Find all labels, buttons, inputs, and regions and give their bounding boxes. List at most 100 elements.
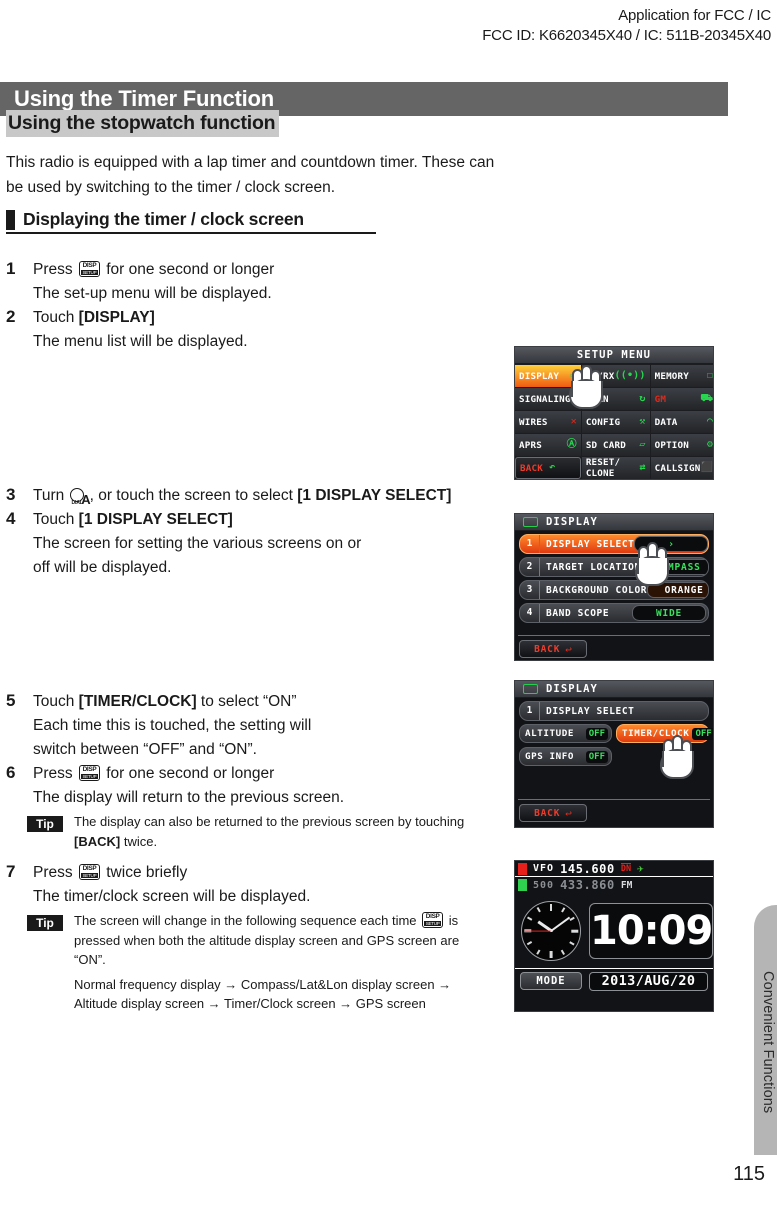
tag-icon: ⬛ [700,462,714,473]
display-menu-row-2[interactable]: 2 TARGET LOCATION COMPASS [519,557,709,577]
setup-menu-cell-config[interactable]: CONFIG ⚒ [581,411,650,433]
clock-tick [536,906,541,912]
vfo-frequency: 145.600 [560,861,615,876]
spacer-setup-menu [0,354,510,484]
setup-menu-grid: DISPLAY ▭ TX/RX ((•)) MEMORY ☐ SIGNALING ‖ SCAN ↻… [515,364,713,479]
setup-menu-cell-tx-rx[interactable]: TX/RX ((•)) [581,365,650,387]
setup-menu-cell-signaling[interactable]: SIGNALING ‖ [515,388,581,410]
step-5-button-ref: [TIMER/CLOCK] [78,693,197,710]
screen-icon [523,684,538,694]
toggle-label: TIMER/CLOCK [622,728,690,739]
step-7-number: 7 [6,862,16,881]
row-value: › [634,536,708,552]
display-menu-rows: 1 DISPLAY SELECT › 2 TARGET LOCATION COMPASS 3… [515,531,713,629]
step-7-result: The timer/clock screen will be displayed… [33,888,311,905]
heading-marker-icon [6,209,15,230]
step-6-tip-text-c: twice. [120,833,158,849]
cell-label: WIRES [519,416,548,428]
display-menu-title-bar: DISPLAY [515,514,713,531]
back-arrow-icon: ↩ [565,806,572,820]
vfo-label: VFO [533,863,555,874]
step-7-tip: Tip The screen will change in the follow… [0,911,510,1014]
setup-menu-cell-gm[interactable]: GM ⛟ [650,388,714,410]
step-2-text-before: Touch [33,309,79,326]
display-select-title-bar: DISPLAY [515,681,713,698]
step-2-number: 2 [6,307,16,326]
back-button[interactable]: BACK ↩ [519,804,587,822]
toggle-label: ALTITUDE [525,728,575,739]
display-menu-row-1[interactable]: 1 DISPLAY SELECT › [519,534,709,554]
people-icon: ⛟ [700,393,714,404]
step-5-text-after: to select “ON” [196,693,297,710]
toggle-gps-info[interactable]: GPS INFO OFF [519,747,612,766]
setup-menu-cell-wires[interactable]: WIRES ✕ [515,411,581,433]
wrench-icon: ⚒ [639,416,646,427]
disp-key-icon: DISP SETUP [78,261,100,277]
toggle-value: OFF [585,727,608,740]
back-button-label: BACK [534,807,561,819]
display-menu-row-3[interactable]: 3 BACKGROUND COLOR ORANGE [519,580,709,600]
procedure-steps: 1 Press DISP SETUP for one second or long… [0,258,510,1014]
intro-paragraph: This radio is equipped with a lap timer … [6,154,495,196]
setup-menu-cell-back[interactable]: BACK ↶ [515,457,581,479]
step-2-button-ref: [DISPLAY] [78,309,155,326]
row-value: ORANGE [647,582,708,598]
step-3-number: 3 [6,485,16,504]
digital-time: 10:09 [589,902,713,959]
vfo-sub-row: 500 433.860 FM [515,877,713,893]
antenna-icon: ((•)) [614,370,646,381]
gear-icon: ⚙ [706,439,714,450]
toggle-value: OFF [692,727,713,740]
setup-menu-cell-scan[interactable]: SCAN ↻ [581,388,650,410]
back-button[interactable]: BACK ↩ [519,640,587,658]
step-7: 7 Press DISP SETUP twice briefly The time… [0,861,510,1014]
display-select-title: DISPLAY [546,683,598,695]
clock-tick [571,929,578,932]
clock-tick [561,949,566,955]
cell-label: TX/RX [585,370,615,382]
mode-button[interactable]: MODE [520,972,582,990]
setup-menu-screenshot: SETUP MENU DISPLAY ▭ TX/RX ((•)) MEMORY ☐ SIGN… [514,346,714,480]
step-3-menu-ref: [1 DISPLAY SELECT] [297,487,452,504]
setup-menu-cell-callsign[interactable]: CALLSIGN ⬛ [650,457,714,479]
cell-label: SIGNALING [519,393,571,405]
display-select-toggles: ALTITUDE OFF TIMER/CLOCK OFF GPS INFO OFF [519,724,713,766]
step-6-number: 6 [6,763,16,782]
clock-tick [549,903,553,911]
setup-menu-cell-display[interactable]: DISPLAY ▭ [515,365,581,387]
step-6-tip-text-a: The display can also be returned to the … [74,814,465,829]
screen-icon [523,517,538,527]
cell-label: SCAN [585,393,609,405]
fcc-stamp-line1: Application for FCC / IC [618,7,771,24]
setup-menu-cell-sd-card[interactable]: SD CARD ▱ [581,434,650,456]
step-5-result: Each time this is touched, the setting w… [33,717,312,758]
book-icon: ☐ [706,370,714,381]
setup-menu-cell-reset-clone[interactable]: RESET/ CLONE ⇄ [581,457,650,479]
clock-tick [569,940,575,945]
setup-menu-title: SETUP MENU [515,347,713,364]
setup-menu-cell-data[interactable]: DATA ◠ [650,411,713,433]
spacer-display-menu [0,580,510,690]
step-6-tip-button-ref: [BACK] [74,833,121,849]
spacer-display-select [0,851,510,861]
row-index: 1 [520,702,540,720]
setup-menu-cell-memory[interactable]: MEMORY ☐ [650,365,714,387]
display-icon: ▭ [570,370,577,381]
card-icon: ▱ [639,439,646,450]
step-4-number: 4 [6,509,16,528]
display-menu-row-4[interactable]: 4 BAND SCOPE WIDE [519,603,709,623]
row-label: BACKGROUND COLOR [546,584,648,596]
setup-menu-cell-option[interactable]: OPTION ⚙ [650,434,714,456]
cell-label: DATA [654,416,678,428]
row-value: WIDE [632,605,706,621]
timer-clock-screenshot: VFO 145.600 DN ✈ 500 433.860 FM 10:09 MO… [514,860,714,1012]
step-2-result: The menu list will be displayed. [33,333,248,350]
toggle-altitude[interactable]: ALTITUDE OFF [519,724,612,743]
clock-bottom-bar: MODE 2013/AUG/20 [515,969,713,993]
row-label: BAND SCOPE [546,607,610,619]
setup-menu-cell-aprs[interactable]: APRS Ⓐ [515,434,581,456]
page-number: 115 [733,1163,765,1185]
cell-label: CONFIG [585,416,621,428]
toggle-timer-clock[interactable]: TIMER/CLOCK OFF [616,724,713,743]
cell-label: BACK [520,462,543,474]
